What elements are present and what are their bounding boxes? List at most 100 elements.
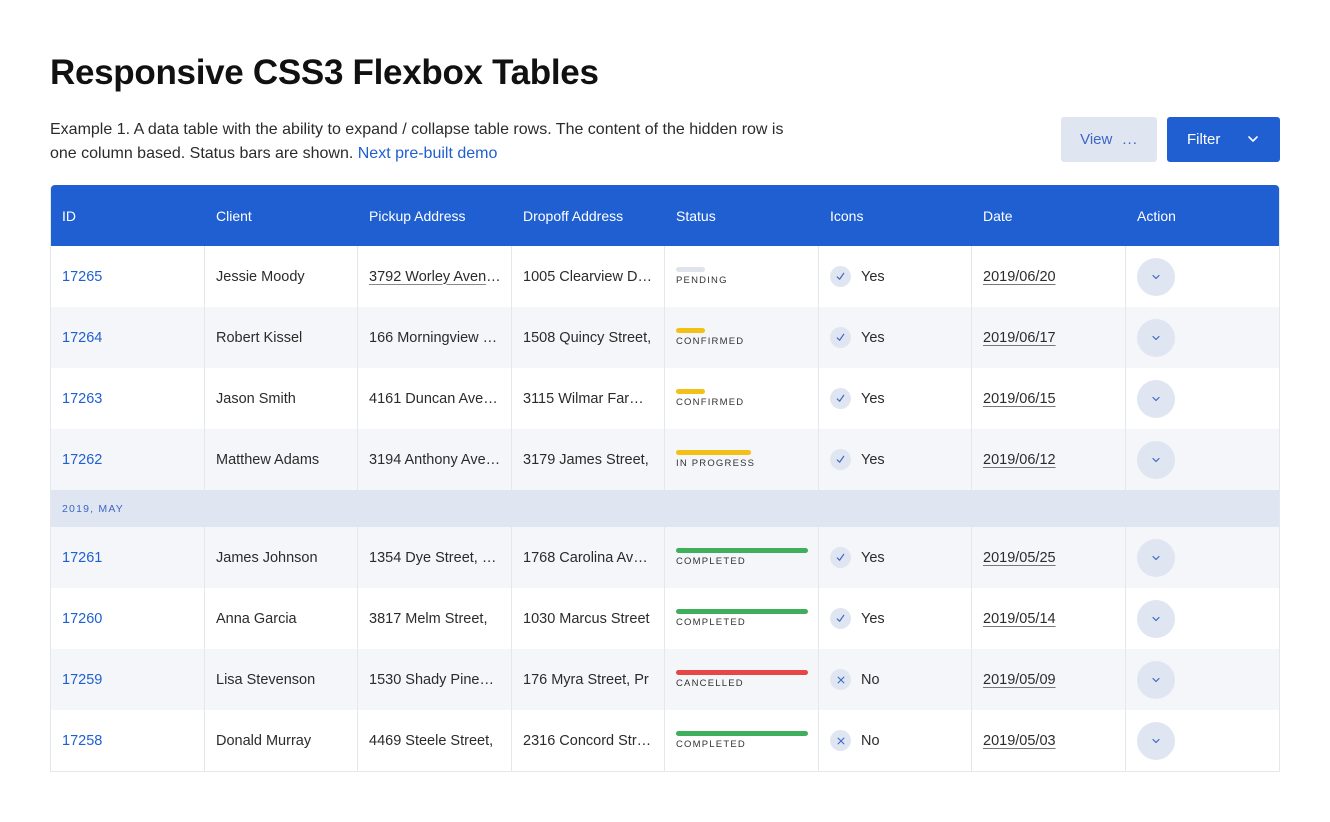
client-name: Donald Murray bbox=[216, 732, 312, 749]
cell-dropoff-address: 3115 Wilmar Farm Road bbox=[512, 368, 665, 429]
next-demo-link[interactable]: Next pre-built demo bbox=[358, 145, 498, 162]
cell-dropoff-address: 3179 James Street, bbox=[512, 429, 665, 490]
header-icons[interactable]: Icons bbox=[819, 185, 972, 246]
table-row[interactable]: 17258 Donald Murray 4469 Steele Street, 231… bbox=[51, 710, 1279, 771]
status-label: COMPLETED bbox=[676, 556, 746, 567]
dropoff-address: 1030 Marcus Street bbox=[523, 610, 650, 627]
check-icon bbox=[830, 449, 851, 470]
row-date[interactable]: 2019/05/03 bbox=[983, 733, 1056, 749]
cross-icon bbox=[830, 669, 851, 690]
expand-row-button[interactable] bbox=[1137, 599, 1175, 638]
cell-date: 2019/05/25 bbox=[972, 527, 1126, 588]
icon-label: Yes bbox=[861, 549, 885, 566]
status-label: COMPLETED bbox=[676, 617, 746, 628]
status-bar bbox=[676, 267, 705, 272]
expand-row-button[interactable] bbox=[1137, 660, 1175, 699]
pickup-address: 4161 Duncan Avenue bbox=[369, 390, 501, 407]
row-date[interactable]: 2019/06/12 bbox=[983, 452, 1056, 468]
filter-button[interactable]: Filter bbox=[1167, 117, 1280, 162]
row-date[interactable]: 2019/06/20 bbox=[983, 269, 1056, 285]
cell-status: IN PROGRESS bbox=[665, 429, 819, 490]
row-date[interactable]: 2019/05/25 bbox=[983, 550, 1056, 566]
row-id-link[interactable]: 17260 bbox=[62, 611, 102, 627]
more-dots-icon: ... bbox=[1122, 131, 1138, 148]
cell-status: CANCELLED bbox=[665, 649, 819, 710]
cell-pickup-address: 3792 Worley Avenue bbox=[358, 246, 512, 307]
dropoff-address: 3115 Wilmar Farm Road bbox=[523, 390, 654, 407]
cell-id: 17264 bbox=[51, 307, 205, 368]
expand-row-button[interactable] bbox=[1137, 318, 1175, 357]
row-date[interactable]: 2019/06/17 bbox=[983, 330, 1056, 346]
dropoff-address: 1768 Carolina Avenue bbox=[523, 549, 654, 566]
row-id-link[interactable]: 17265 bbox=[62, 269, 102, 285]
pickup-address: 3194 Anthony Avenue bbox=[369, 451, 501, 468]
header-client[interactable]: Client bbox=[205, 185, 358, 246]
check-icon bbox=[830, 547, 851, 568]
cell-dropoff-address: 2316 Concord Street bbox=[512, 710, 665, 771]
header-status[interactable]: Status bbox=[665, 185, 819, 246]
cell-icons: No bbox=[819, 649, 972, 710]
pickup-address: 166 Morningview Lane bbox=[369, 329, 501, 346]
header-pickup-address[interactable]: Pickup Address bbox=[358, 185, 512, 246]
cell-dropoff-address: 176 Myra Street, Pr bbox=[512, 649, 665, 710]
table-row[interactable]: 17259 Lisa Stevenson 1530 Shady Pines Driv… bbox=[51, 649, 1279, 710]
table-body: 17265 Jessie Moody 3792 Worley Avenue 1005 … bbox=[51, 246, 1279, 771]
client-name: Jason Smith bbox=[216, 390, 296, 407]
cell-client: Anna Garcia bbox=[205, 588, 358, 649]
cell-action bbox=[1126, 307, 1279, 368]
table-row[interactable]: 17261 James Johnson 1354 Dye Street, Chand… bbox=[51, 527, 1279, 588]
table-row[interactable]: 17262 Matthew Adams 3194 Anthony Avenue 317… bbox=[51, 429, 1279, 490]
status-indicator: CONFIRMED bbox=[676, 389, 744, 408]
expand-row-button[interactable] bbox=[1137, 257, 1175, 296]
expand-row-button[interactable] bbox=[1137, 721, 1175, 760]
client-name: Jessie Moody bbox=[216, 268, 305, 285]
row-id-link[interactable]: 17258 bbox=[62, 733, 102, 749]
cell-status: CONFIRMED bbox=[665, 307, 819, 368]
chevron-down-icon bbox=[1152, 616, 1160, 621]
cell-pickup-address: 3817 Melm Street, bbox=[358, 588, 512, 649]
status-bar bbox=[676, 328, 705, 333]
cell-client: Matthew Adams bbox=[205, 429, 358, 490]
row-id-link[interactable]: 17263 bbox=[62, 391, 102, 407]
header-id[interactable]: ID bbox=[51, 185, 205, 246]
client-name: Matthew Adams bbox=[216, 451, 320, 468]
cell-dropoff-address: 1508 Quincy Street, bbox=[512, 307, 665, 368]
client-name: Robert Kissel bbox=[216, 329, 303, 346]
expand-row-button[interactable] bbox=[1137, 538, 1175, 577]
cell-action bbox=[1126, 649, 1279, 710]
cell-id: 17258 bbox=[51, 710, 205, 771]
status-indicator: COMPLETED bbox=[676, 731, 808, 750]
row-date[interactable]: 2019/05/14 bbox=[983, 611, 1056, 627]
cell-pickup-address: 1530 Shady Pines Drive bbox=[358, 649, 512, 710]
check-icon bbox=[830, 388, 851, 409]
check-icon bbox=[830, 266, 851, 287]
chevron-down-icon bbox=[1152, 555, 1160, 560]
row-date[interactable]: 2019/06/15 bbox=[983, 391, 1056, 407]
row-id-link[interactable]: 17261 bbox=[62, 550, 102, 566]
view-button[interactable]: View ... bbox=[1061, 117, 1157, 162]
table-row[interactable]: 17265 Jessie Moody 3792 Worley Avenue 1005 … bbox=[51, 246, 1279, 307]
row-date[interactable]: 2019/05/09 bbox=[983, 672, 1056, 688]
header-action[interactable]: Action bbox=[1126, 185, 1279, 246]
status-bar bbox=[676, 548, 808, 553]
expand-row-button[interactable] bbox=[1137, 379, 1175, 418]
table-row[interactable]: 17263 Jason Smith 4161 Duncan Avenue 3115 W… bbox=[51, 368, 1279, 429]
header-dropoff-address[interactable]: Dropoff Address bbox=[512, 185, 665, 246]
cell-action bbox=[1126, 588, 1279, 649]
cell-date: 2019/05/03 bbox=[972, 710, 1126, 771]
header-date[interactable]: Date bbox=[972, 185, 1126, 246]
cell-action bbox=[1126, 710, 1279, 771]
cell-client: Robert Kissel bbox=[205, 307, 358, 368]
row-id-link[interactable]: 17262 bbox=[62, 452, 102, 468]
row-id-link[interactable]: 17264 bbox=[62, 330, 102, 346]
row-id-link[interactable]: 17259 bbox=[62, 672, 102, 688]
expand-row-button[interactable] bbox=[1137, 440, 1175, 479]
cell-icons: Yes bbox=[819, 527, 972, 588]
pickup-address: 3817 Melm Street, bbox=[369, 610, 488, 627]
cell-client: Donald Murray bbox=[205, 710, 358, 771]
table-row[interactable]: 17260 Anna Garcia 3817 Melm Street, 1030 Ma… bbox=[51, 588, 1279, 649]
client-name: Anna Garcia bbox=[216, 610, 297, 627]
cell-id: 17262 bbox=[51, 429, 205, 490]
filter-button-label: Filter bbox=[1187, 131, 1221, 148]
table-row[interactable]: 17264 Robert Kissel 166 Morningview Lane 15… bbox=[51, 307, 1279, 368]
